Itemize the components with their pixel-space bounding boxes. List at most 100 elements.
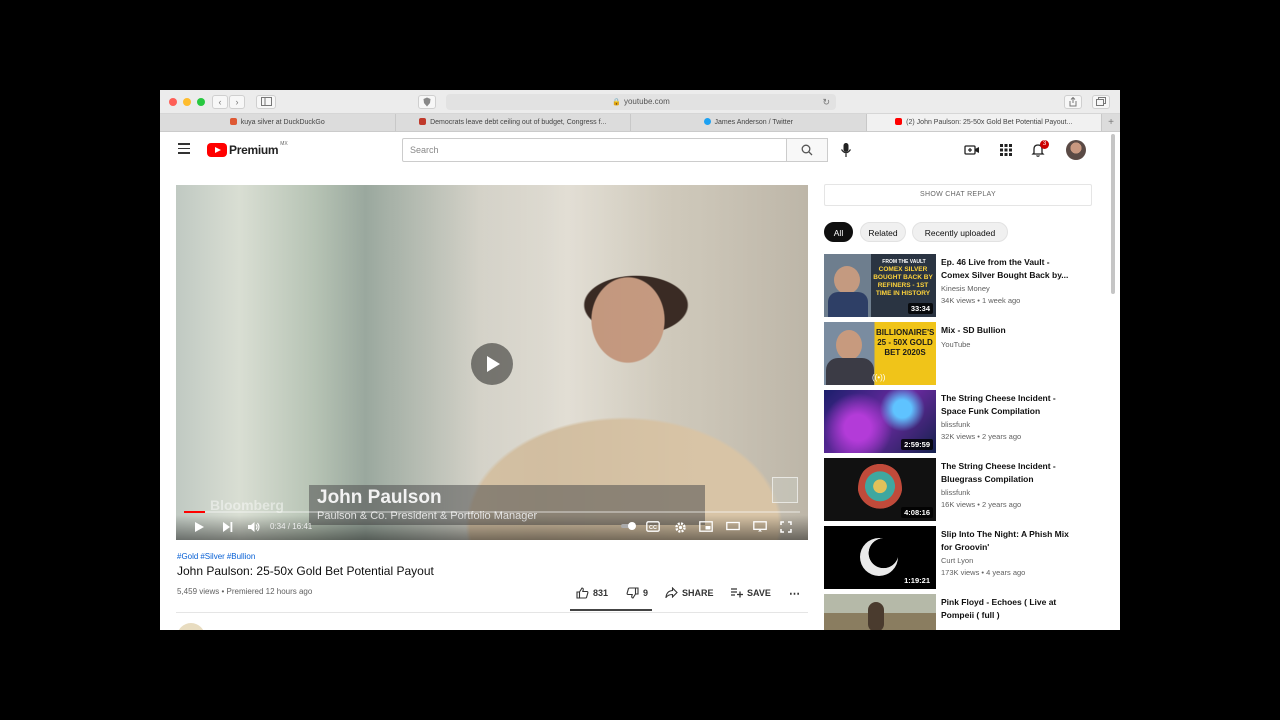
like-button[interactable]: 831 [576, 587, 608, 599]
gear-icon [674, 522, 686, 533]
tab-label: James Anderson / Twitter [714, 119, 793, 126]
miniplayer-icon [699, 521, 713, 532]
privacy-report-button[interactable] [418, 95, 436, 109]
tab-overview-button[interactable] [1092, 95, 1110, 109]
share-page-button[interactable] [1064, 95, 1082, 109]
volume-button[interactable] [246, 521, 260, 535]
recommended-meta: 16K views • 2 years ago [941, 500, 1022, 509]
hamburger-menu-icon[interactable] [178, 143, 190, 155]
show-chat-replay-button[interactable]: SHOW CHAT REPLAY [824, 184, 1092, 206]
autoplay-toggle[interactable] [620, 521, 638, 535]
logo-text: Premium [229, 143, 279, 157]
reload-icon[interactable]: ↻ [822, 94, 830, 110]
search-button[interactable] [786, 138, 828, 162]
zoom-window-button[interactable] [197, 98, 205, 106]
dislike-count: 9 [643, 588, 649, 598]
recommended-video[interactable]: 1:19:21 Slip Into The Night: A Phish Mix… [824, 526, 1114, 590]
browser-tab-duckduckgo[interactable]: kuya silver at DuckDuckGo [160, 114, 396, 131]
youtube-logo[interactable]: Premium MX [207, 141, 288, 157]
recommended-channel: blissfunk [941, 420, 971, 429]
video-thumbnail [824, 594, 936, 630]
recommended-channel: blissfunk [941, 488, 971, 497]
recommended-meta: 173K views • 4 years ago [941, 568, 1026, 577]
search-icon [801, 144, 813, 156]
youtube-header: Premium MX Search 3 [160, 132, 1120, 168]
page-scrollbar[interactable] [1111, 134, 1115, 294]
more-actions-button[interactable]: ⋯ [789, 587, 800, 600]
recommended-video[interactable]: FROM THE VAULT COMEX SILVER BOUGHT BACK … [824, 254, 1114, 318]
channel-watermark-icon[interactable] [772, 477, 798, 503]
chip-recently-uploaded[interactable]: Recently uploaded [912, 222, 1008, 242]
next-video-button[interactable] [220, 521, 234, 535]
browser-tab-twitter[interactable]: James Anderson / Twitter [631, 114, 867, 131]
chevron-left-icon: ‹ [218, 97, 222, 107]
playlist-add-icon [731, 588, 743, 598]
new-tab-button[interactable]: + [1102, 114, 1120, 131]
share-arrow-icon [665, 587, 678, 598]
recommended-video[interactable]: 2:59:59 The String Cheese Incident - Spa… [824, 390, 1114, 454]
progress-fill [184, 511, 205, 513]
recommended-channel: YouTube [941, 340, 971, 349]
apps-grid-icon[interactable] [998, 142, 1014, 158]
play-icon [194, 522, 204, 532]
share-button[interactable]: SHARE [665, 587, 714, 598]
svg-text:CC: CC [649, 525, 657, 531]
play-button[interactable] [192, 521, 206, 535]
recommended-video[interactable]: Pink Floyd - Echoes ( Live at Pompeii ( … [824, 594, 1114, 630]
news-favicon-icon [419, 118, 427, 125]
back-button[interactable]: ‹ [212, 95, 228, 109]
browser-window: ‹ › 🔒 youtube.com ↻ kuya silver at DuckDu… [160, 90, 1120, 630]
recommended-channel: Curt Lyon [941, 556, 974, 565]
dislike-button[interactable]: 9 [626, 587, 648, 599]
account-avatar[interactable] [1066, 140, 1086, 160]
recommended-mix[interactable]: BILLIONAIRE'S 25 - 50X GOLD BET 2020S ((… [824, 322, 1114, 386]
microphone-icon[interactable] [840, 142, 852, 158]
play-overlay-button[interactable] [471, 343, 513, 385]
video-player[interactable]: Bloomberg John Paulson Paulson & Co. Pre… [176, 185, 808, 540]
search-input[interactable]: Search [402, 138, 787, 162]
close-window-button[interactable] [169, 98, 177, 106]
hashtag-link[interactable]: #Gold [177, 552, 198, 561]
share-icon [1069, 96, 1077, 107]
video-title: John Paulson: 25-50x Gold Bet Potential … [177, 564, 434, 578]
fullscreen-icon [780, 521, 792, 533]
address-bar[interactable]: 🔒 youtube.com ↻ [446, 94, 836, 110]
hashtag-link[interactable]: #Silver [200, 552, 224, 561]
cast-button[interactable] [753, 521, 767, 535]
sentiment-bar [570, 609, 652, 611]
thumb-headline: COMEX SILVER BOUGHT BACK BY REFINERS - 1… [873, 266, 933, 297]
recommended-title: Pink Floyd - Echoes ( Live at Pompeii ( … [941, 597, 1057, 620]
theater-mode-button[interactable] [726, 521, 740, 535]
fullscreen-button[interactable] [779, 521, 793, 535]
progress-bar[interactable] [184, 511, 800, 513]
hashtag-link[interactable]: #Bullion [227, 552, 255, 561]
minimize-window-button[interactable] [183, 98, 191, 106]
channel-avatar[interactable] [177, 623, 205, 630]
save-button[interactable]: SAVE [730, 587, 771, 598]
create-video-icon[interactable] [964, 142, 980, 158]
video-thumbnail: 2:59:59 [824, 390, 936, 453]
skip-next-icon [222, 522, 232, 532]
recommended-video[interactable]: 4:08:16 The String Cheese Incident - Blu… [824, 458, 1114, 522]
tab-label: (2) John Paulson: 25-50x Gold Bet Potent… [906, 119, 1073, 126]
cast-icon [753, 521, 767, 532]
browser-tab-youtube[interactable]: (2) John Paulson: 25-50x Gold Bet Potent… [866, 114, 1102, 131]
browser-tab-news[interactable]: Democrats leave debt ceiling out of budg… [396, 114, 631, 131]
chip-all[interactable]: All [824, 222, 853, 242]
video-duration: 33:34 [907, 303, 933, 314]
miniplayer-button[interactable] [699, 521, 713, 535]
video-duration: 1:19:21 [901, 575, 933, 586]
recommended-title: Ep. 46 Live from the Vault - Comex Silve… [941, 257, 1069, 280]
recommended-meta: 32K views • 2 years ago [941, 432, 1022, 441]
recommended-meta: 34K views • 1 week ago [941, 296, 1021, 305]
settings-button[interactable] [673, 521, 687, 535]
recommended-title: Mix - SD Bullion [941, 325, 1006, 335]
chip-related[interactable]: Related [860, 222, 906, 242]
sidebar-toggle-button[interactable] [256, 95, 276, 109]
chevron-right-icon: › [235, 97, 239, 107]
autoplay-toggle-icon [621, 522, 636, 530]
forward-button[interactable]: › [229, 95, 245, 109]
time-display: 0:34 / 16:41 [270, 522, 313, 531]
video-thumbnail: 1:19:21 [824, 526, 936, 589]
subtitles-button[interactable]: CC [646, 521, 660, 535]
